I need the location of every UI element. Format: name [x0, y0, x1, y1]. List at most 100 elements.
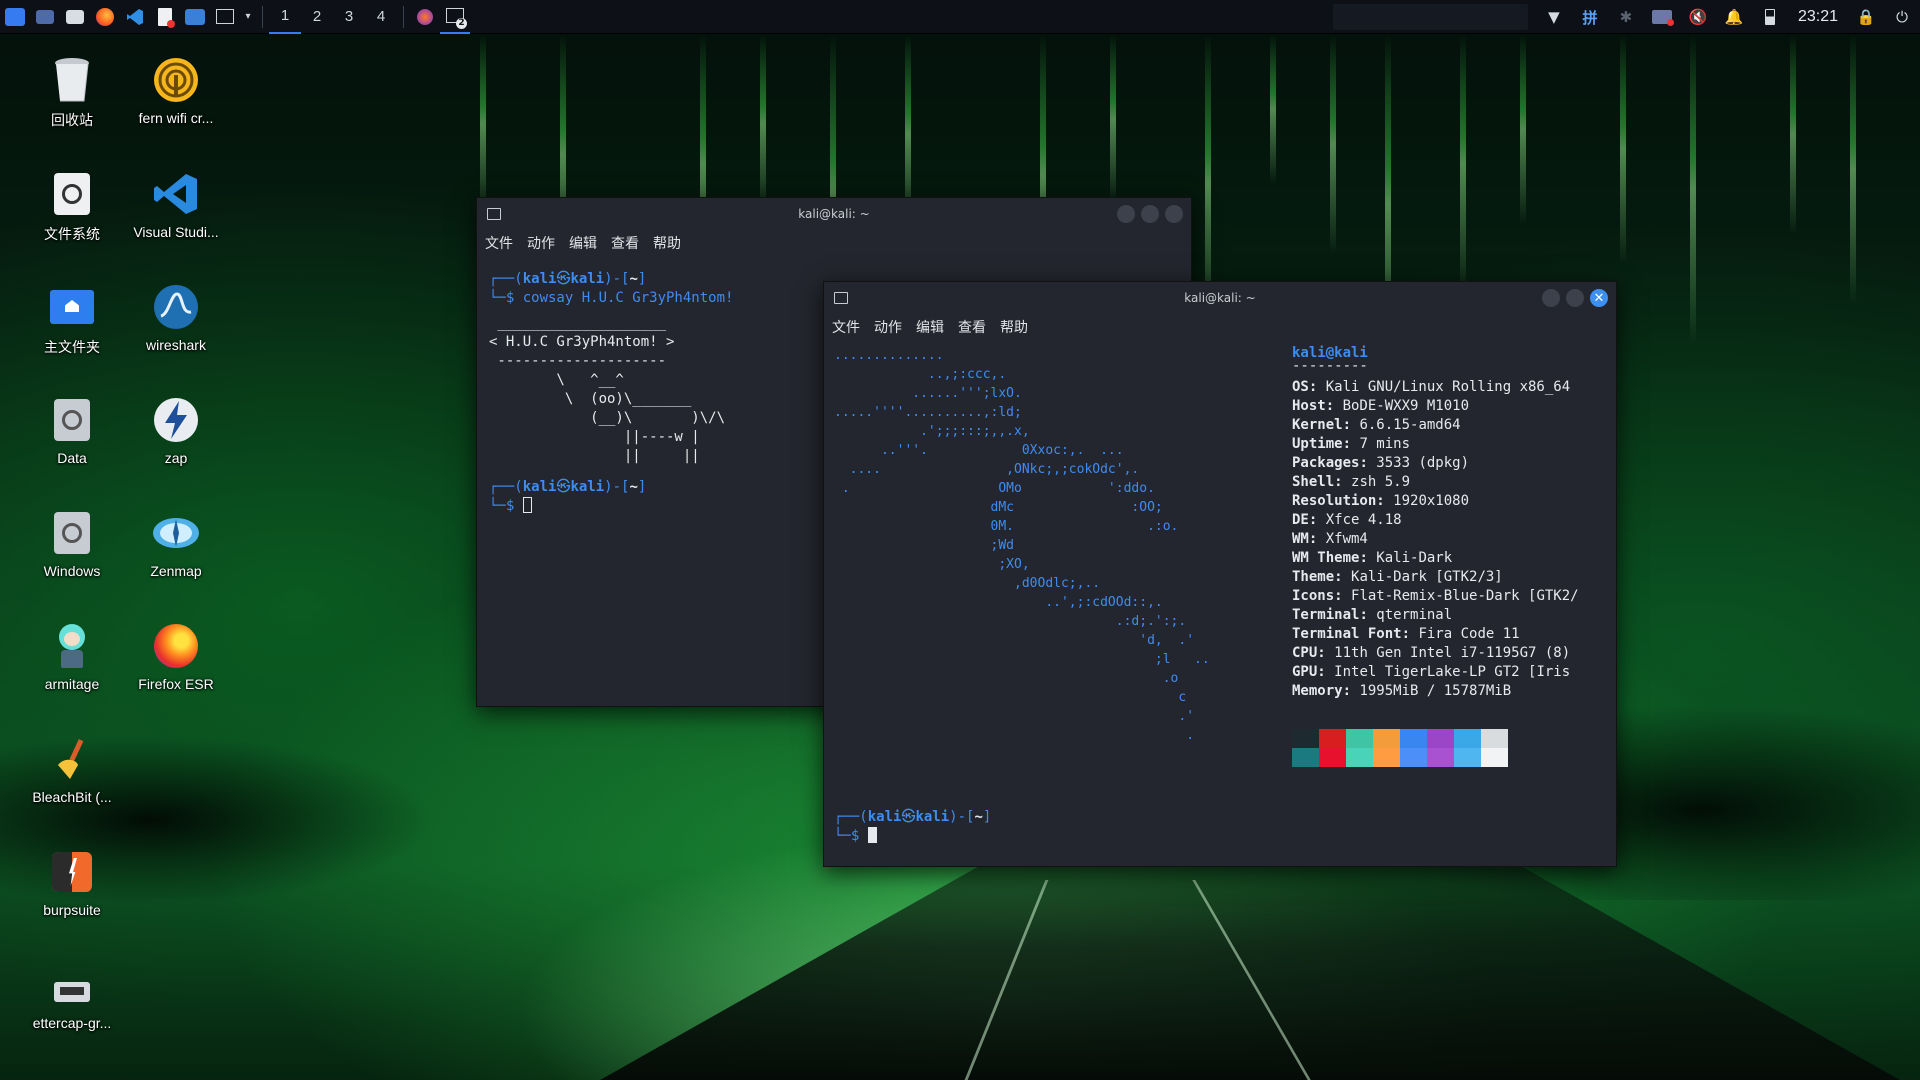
workspace-2[interactable]: 2: [301, 0, 333, 34]
desktop-icon-data[interactable]: Data: [20, 396, 124, 466]
info-value: 1995MiB / 15787MiB: [1359, 683, 1512, 699]
volume-muted-icon[interactable]: 🔇: [1680, 0, 1716, 34]
file-manager-icon[interactable]: [60, 0, 90, 34]
battery-icon[interactable]: [1752, 0, 1788, 34]
system-info-list: OS: Kali GNU/Linux Rolling x86_64 Host: B…: [1292, 378, 1579, 701]
window-title: kali@kali: ~: [798, 207, 870, 221]
desktop-icon-windows[interactable]: Windows: [20, 509, 124, 579]
logo-line: .:d;.':;.: [834, 614, 1187, 629]
maximize-button[interactable]: [1141, 205, 1159, 223]
desktop-icon-zenmap[interactable]: Zenmap: [124, 509, 228, 579]
close-button[interactable]: ✕: [1590, 289, 1608, 307]
info-value: Xfce 4.18: [1325, 512, 1402, 528]
info-key: WM: [1292, 531, 1309, 547]
palette-swatch: [1481, 729, 1508, 748]
firefox-launcher-icon[interactable]: [90, 0, 120, 34]
taskbar-app-icon[interactable]: [410, 0, 440, 34]
desktop-icon-bleachbit[interactable]: BleachBit (...: [20, 735, 124, 805]
home-folder-icon: [48, 283, 96, 331]
maximize-button[interactable]: [1566, 289, 1584, 307]
desktop-icon-ettercap[interactable]: ettercap-gr...: [20, 961, 124, 1031]
palette-swatch: [1400, 748, 1427, 767]
kali-menu-icon[interactable]: [0, 0, 30, 34]
terminal-titlebar[interactable]: kali@kali: ~: [477, 198, 1191, 230]
desktop-icon-firefox[interactable]: Firefox ESR: [124, 622, 228, 692]
info-key: Host: [1292, 398, 1326, 414]
trash-icon: [48, 56, 96, 104]
logo-line: ..............: [834, 348, 944, 363]
info-row: Uptime: 7 mins: [1292, 436, 1411, 452]
desktop-icon-zap[interactable]: zap: [124, 396, 228, 466]
bluetooth-icon[interactable]: ✱: [1608, 0, 1644, 34]
vscode-icon: [152, 170, 200, 218]
menu-action[interactable]: 动作: [874, 317, 902, 337]
minimize-button[interactable]: [1542, 289, 1560, 307]
palette-swatch: [1454, 748, 1481, 767]
menu-action[interactable]: 动作: [527, 233, 555, 253]
desktop-icon-fern-wifi[interactable]: fern wifi cr...: [124, 56, 228, 126]
menu-file[interactable]: 文件: [485, 233, 513, 253]
desktop-icon-home[interactable]: 主文件夹: [20, 283, 124, 357]
terminal-menubar: 文件 动作 编辑 查看 帮助: [824, 314, 1616, 340]
taskbar-terminal-icon[interactable]: 2: [440, 0, 470, 34]
desktop-icon-burpsuite[interactable]: burpsuite: [20, 848, 124, 918]
terminal-window-neofetch[interactable]: kali@kali: ~ ✕ 文件 动作 编辑 查看 帮助 ..........…: [823, 281, 1617, 867]
terminal-launcher-icon[interactable]: [210, 0, 240, 34]
vscode-launcher-icon[interactable]: [120, 0, 150, 34]
menu-edit[interactable]: 编辑: [916, 317, 944, 337]
terminal-titlebar[interactable]: kali@kali: ~ ✕: [824, 282, 1616, 314]
desktop-icon-wireshark[interactable]: wireshark: [124, 283, 228, 353]
workspace-1[interactable]: 1: [269, 0, 301, 34]
notification-bell-icon[interactable]: 🔔: [1716, 0, 1752, 34]
menu-file[interactable]: 文件: [832, 317, 860, 337]
clock[interactable]: 23:21: [1788, 8, 1848, 26]
info-row: Terminal: qterminal: [1292, 607, 1453, 623]
palette-swatch: [1346, 729, 1373, 748]
desktop-icon-filesystem[interactable]: 文件系统: [20, 170, 124, 244]
terminal-output[interactable]: .............. ..,;:ccc,. ......''';lxO.…: [824, 340, 1616, 866]
workspace-4[interactable]: 4: [365, 0, 397, 34]
power-icon[interactable]: ⏻: [1884, 0, 1920, 34]
info-row: DE: Xfce 4.18: [1292, 512, 1402, 528]
user-host-underline: ---------: [1292, 358, 1368, 374]
menu-help[interactable]: 帮助: [653, 233, 681, 253]
info-value: Kali-Dark [GTK2/3]: [1351, 569, 1503, 585]
desktop-icon-vscode[interactable]: Visual Studi...: [124, 170, 228, 240]
info-key: OS: [1292, 379, 1309, 395]
info-row: OS: Kali GNU/Linux Rolling x86_64: [1292, 379, 1571, 395]
color-palette: [1292, 729, 1579, 767]
screenshot-launcher-icon[interactable]: [180, 0, 210, 34]
logo-line: ,d0Odlc;,..: [834, 576, 1101, 591]
logo-line: .....''''..........,:ld;: [834, 405, 1022, 420]
palette-swatch: [1319, 729, 1346, 748]
minimize-button[interactable]: [1117, 205, 1135, 223]
network-icon[interactable]: ▼: [1536, 0, 1572, 34]
palette-swatch: [1454, 729, 1481, 748]
workspace-3[interactable]: 3: [333, 0, 365, 34]
screen-recorder-icon[interactable]: [1644, 0, 1680, 34]
chevron-down-icon[interactable]: ▾: [240, 0, 256, 34]
document-launcher-icon[interactable]: [150, 0, 180, 34]
menu-view[interactable]: 查看: [611, 233, 639, 253]
lock-screen-icon[interactable]: 🔒: [1848, 0, 1884, 34]
info-row: WM Theme: Kali-Dark: [1292, 550, 1453, 566]
palette-swatch: [1400, 729, 1427, 748]
show-desktop-icon[interactable]: [30, 0, 60, 34]
logo-line: ;XO,: [834, 557, 1030, 572]
info-key: Terminal Font: [1292, 626, 1402, 642]
close-button[interactable]: [1165, 205, 1183, 223]
info-value: 3533 (dpkg): [1376, 455, 1470, 471]
menu-edit[interactable]: 编辑: [569, 233, 597, 253]
info-key: Theme: [1292, 569, 1335, 585]
input-method-icon[interactable]: 拼: [1572, 0, 1608, 34]
info-value: Intel TigerLake-LP GT2 [Iris: [1334, 664, 1571, 680]
menu-view[interactable]: 查看: [958, 317, 986, 337]
armitage-icon: [48, 622, 96, 670]
desktop-icon-armitage[interactable]: armitage: [20, 622, 124, 692]
info-key: Packages: [1292, 455, 1360, 471]
menu-help[interactable]: 帮助: [1000, 317, 1028, 337]
logo-line: ;l ..: [834, 652, 1210, 667]
info-value: Flat-Remix-Blue-Dark [GTK2/: [1351, 588, 1579, 604]
palette-swatch: [1292, 748, 1319, 767]
desktop-icon-trash[interactable]: 回收站: [20, 56, 124, 130]
